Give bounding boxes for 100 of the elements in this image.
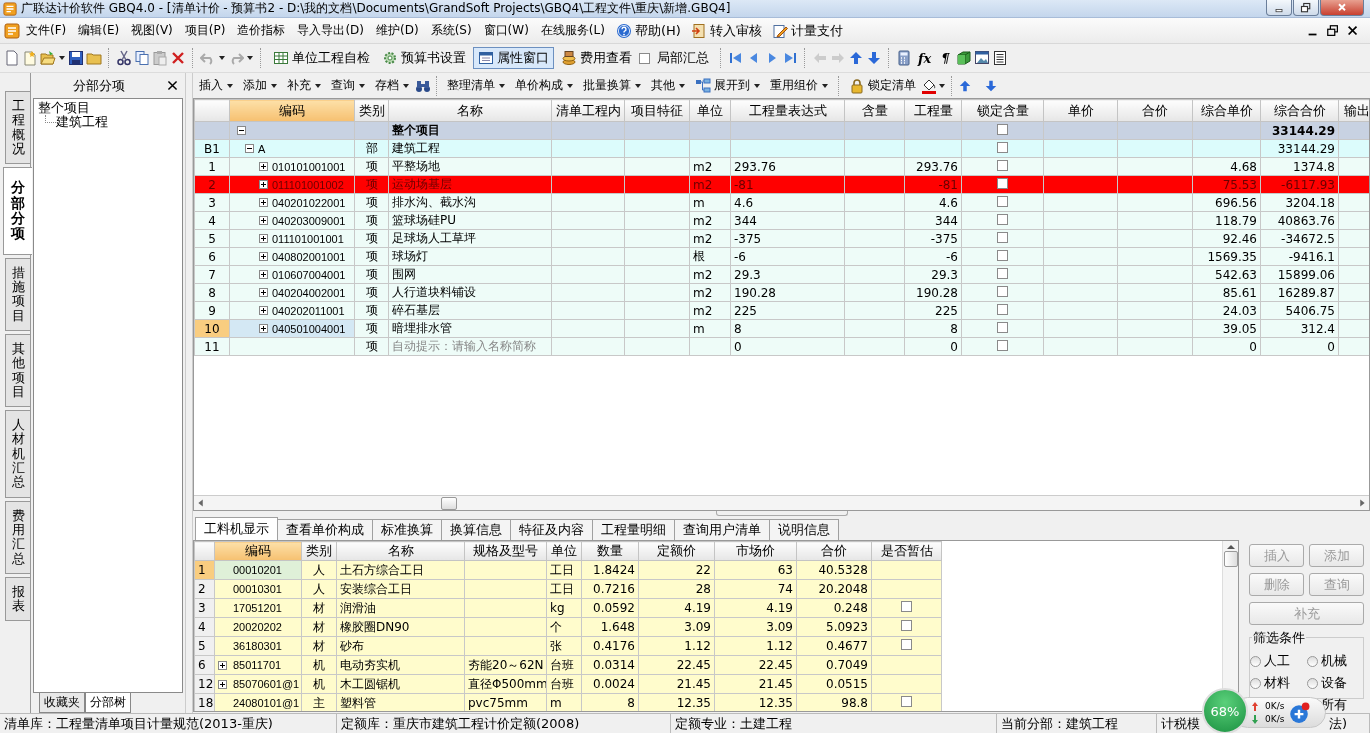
checkbox[interactable]	[997, 123, 1008, 135]
caret-icon[interactable]	[753, 81, 761, 90]
column-header[interactable]: 编码	[279, 102, 305, 118]
toolbar-menu-button[interactable]: 插入	[195, 74, 238, 97]
splitter-handle[interactable]	[715, 511, 848, 516]
tab[interactable]: 换算信息	[442, 519, 511, 540]
side-tab[interactable]: 人材机汇总	[5, 410, 30, 498]
expand-toggle[interactable]	[259, 252, 268, 261]
checkbox[interactable]	[997, 231, 1008, 243]
app-icon[interactable]	[4, 22, 20, 39]
copy-icon[interactable]	[134, 50, 150, 66]
caret-icon[interactable]	[402, 81, 410, 90]
checkbox[interactable]	[997, 177, 1008, 189]
radio-button[interactable]	[1250, 655, 1261, 667]
toolbar-menu-button[interactable]: 重用组价	[766, 74, 833, 97]
expand-toggle[interactable]	[259, 270, 268, 279]
expand-toggle[interactable]	[259, 234, 268, 243]
pencil-icon[interactable]	[771, 22, 788, 39]
tree-item[interactable]: 建筑工程	[56, 115, 108, 129]
caret-icon[interactable]	[314, 81, 322, 90]
up-arrow-icon[interactable]	[848, 50, 864, 66]
checkbox[interactable]	[901, 620, 912, 631]
checkbox[interactable]	[997, 141, 1008, 153]
menu-item[interactable]: 造价指标	[231, 19, 292, 42]
checkbox[interactable]	[639, 52, 650, 64]
new-file-icon[interactable]	[4, 50, 20, 66]
restore-icon[interactable]	[1326, 23, 1340, 38]
toolbar-menu-button[interactable]: 批量换算	[579, 74, 646, 97]
caret-icon[interactable]	[246, 54, 254, 62]
expand-toggle[interactable]	[237, 126, 246, 135]
coins-icon[interactable]	[561, 50, 577, 66]
side-tab[interactable]: 措施项目	[5, 257, 30, 331]
tab[interactable]: 特征及内容	[511, 519, 593, 540]
caret-icon[interactable]	[678, 81, 686, 90]
caret-icon[interactable]	[218, 54, 226, 62]
last-icon[interactable]	[782, 50, 798, 66]
checkbox[interactable]	[901, 639, 912, 650]
toolbar-button[interactable]: 费用查看	[556, 47, 637, 69]
toolbar-menu-button[interactable]: 添加	[239, 74, 282, 97]
side-tab[interactable]: 其他项目	[5, 333, 30, 408]
gear-icon[interactable]	[382, 50, 398, 66]
list-icon[interactable]	[991, 50, 1008, 66]
toolbar-button[interactable]: 预算书设置	[377, 47, 471, 69]
menu-item[interactable]: 编辑(E)	[72, 19, 126, 42]
radio-button[interactable]	[1306, 655, 1318, 667]
checkbox[interactable]	[997, 267, 1008, 279]
close-icon[interactable]	[166, 79, 179, 92]
expand-toggle[interactable]	[259, 306, 268, 315]
lock-icon[interactable]	[849, 77, 865, 94]
help-icon[interactable]	[615, 22, 632, 39]
column-header[interactable]: 名称	[387, 543, 414, 558]
menu-button[interactable]: 帮助(H)	[610, 19, 686, 42]
toolbar-button[interactable]: ¶	[937, 50, 954, 66]
checkbox[interactable]	[997, 339, 1008, 351]
toolbar-menu-button[interactable]: 补充	[283, 74, 326, 97]
column-header[interactable]: 名称	[457, 102, 483, 118]
menu-item[interactable]: 文件(F)	[20, 19, 73, 42]
tab[interactable]: 查询用户清单	[675, 519, 770, 540]
cube-icon[interactable]	[955, 50, 972, 66]
expand-toggle[interactable]	[245, 144, 254, 153]
toolbar-menu-button[interactable]: 展开到	[691, 74, 765, 97]
close-icon[interactable]	[1346, 23, 1360, 38]
paste-icon[interactable]	[152, 50, 168, 66]
caret-icon[interactable]	[498, 81, 506, 90]
side-tab[interactable]: 费用汇总	[5, 500, 30, 574]
menu-item[interactable]: 系统(S)	[424, 19, 478, 42]
expand-toggle[interactable]	[218, 660, 227, 670]
down-arrow-icon[interactable]	[984, 78, 998, 93]
checkbox[interactable]	[997, 159, 1008, 171]
toolbar-menu-button[interactable]: 存档	[371, 74, 414, 97]
toolbar-button[interactable]: 属性窗口	[473, 47, 554, 69]
expand-toggle[interactable]	[218, 679, 227, 689]
expand-toggle[interactable]	[259, 180, 268, 189]
tab[interactable]: 说明信息	[770, 519, 839, 540]
radio-button[interactable]	[1250, 677, 1261, 689]
scroll-up-icon[interactable]	[1226, 544, 1235, 549]
toolbar-button[interactable]: 单位工程自检	[268, 47, 375, 69]
window-icon[interactable]	[478, 50, 494, 66]
caret-icon[interactable]	[358, 81, 366, 90]
checkbox[interactable]	[997, 321, 1008, 333]
tab[interactable]: 工料机显示	[195, 517, 278, 540]
save-icon[interactable]	[68, 50, 84, 66]
caret-icon[interactable]	[226, 81, 234, 90]
delete-icon[interactable]	[170, 50, 186, 66]
checkbox[interactable]	[997, 285, 1008, 297]
side-tab[interactable]: 工程概况	[5, 91, 30, 165]
expand-toggle[interactable]	[259, 198, 268, 207]
caret-icon[interactable]	[566, 81, 574, 90]
radio-button[interactable]	[1306, 677, 1318, 689]
checkbox[interactable]	[997, 195, 1008, 207]
menu-item[interactable]: 窗口(W)	[477, 19, 535, 42]
toolbar-menu-button[interactable]: 查询	[327, 74, 370, 97]
image-icon[interactable]	[973, 50, 990, 66]
caret-icon[interactable]	[938, 81, 946, 90]
scrollbar-thumb[interactable]	[1223, 551, 1238, 567]
expand-toggle[interactable]	[259, 288, 268, 297]
expand-toggle[interactable]	[259, 216, 268, 225]
minimize-button[interactable]	[1266, 0, 1292, 16]
tree-item[interactable]: 整个项目	[38, 101, 178, 115]
caret-icon[interactable]	[821, 81, 829, 90]
